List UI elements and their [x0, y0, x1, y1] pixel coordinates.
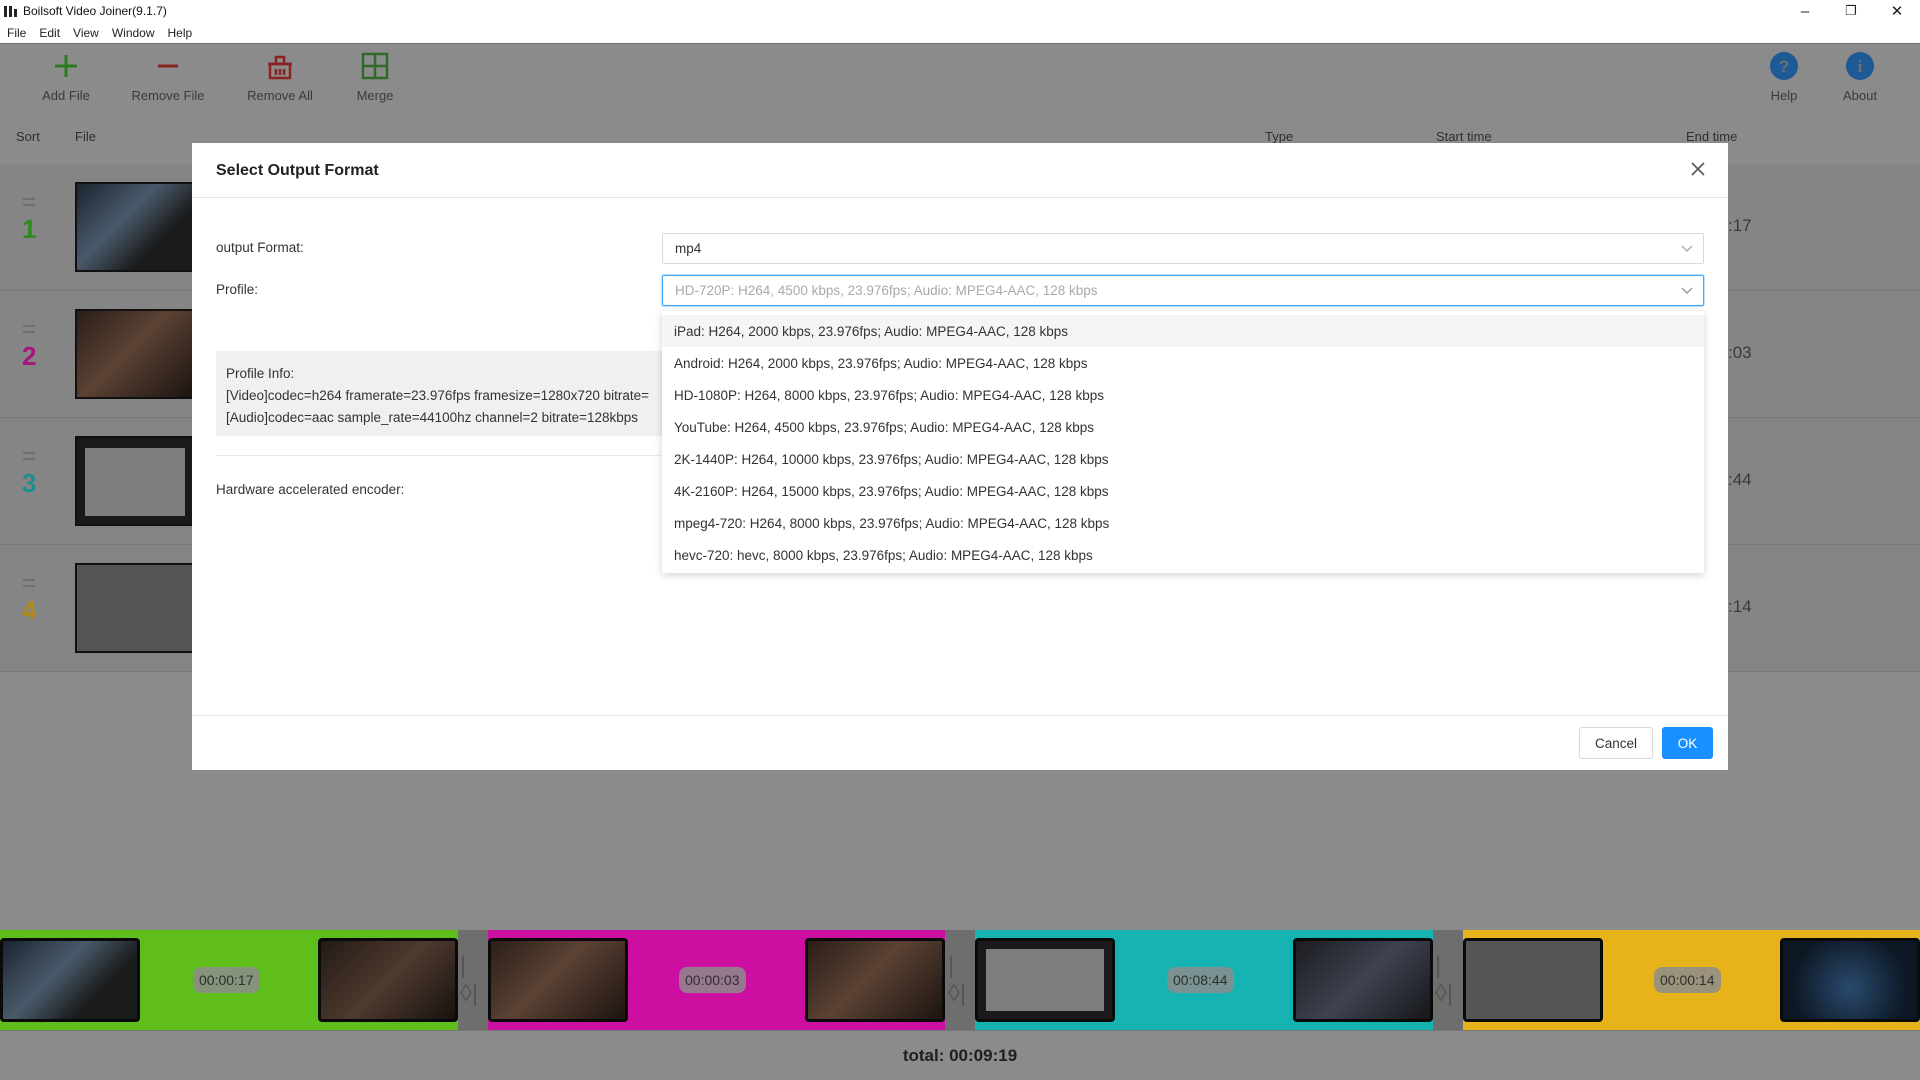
segment-end-thumbnail [805, 938, 945, 1022]
total-duration: total: 00:09:19 [902, 1045, 1018, 1065]
menu-view[interactable]: View [73, 26, 99, 40]
profile-option[interactable]: hevc-720: hevc, 8000 kbps, 23.976fps; Au… [662, 539, 1704, 571]
profile-option[interactable]: 2K-1440P: H264, 10000 kbps, 23.976fps; A… [662, 443, 1704, 475]
column-sort[interactable]: Sort [16, 129, 40, 144]
row-number: 2 [22, 341, 37, 371]
svg-text:i: i [1858, 57, 1863, 76]
profile-info-video: [Video]codec=h264 framerate=23.976fps fr… [226, 388, 650, 403]
column-end-time[interactable]: End time [1686, 129, 1737, 144]
segment-end-thumbnail [1780, 938, 1920, 1022]
segment-end-thumbnail [1293, 938, 1433, 1022]
drag-handle-icon[interactable] [23, 325, 35, 333]
column-file[interactable]: File [75, 129, 96, 144]
row-number: 1 [22, 214, 37, 244]
row-end-time: :17 [1728, 216, 1752, 235]
window-title: Boilsoft Video Joiner(9.1.7) [23, 4, 167, 18]
profile-option[interactable]: iPad: H264, 2000 kbps, 23.976fps; Audio:… [662, 315, 1704, 347]
dialog-footer: Cancel OK [192, 715, 1728, 770]
segment-duration: 00:00:03 [679, 967, 746, 993]
segment-end-thumbnail [318, 938, 458, 1022]
timeline: 00:00:17 |◊| 00:00:03 |◊| 00:08:44 |◊| 0… [0, 930, 1920, 1030]
profile-option[interactable]: Android: H264, 2000 kbps, 23.976fps; Aud… [662, 347, 1704, 379]
output-format-value: mp4 [675, 241, 702, 256]
row-number: 4 [22, 595, 37, 625]
app-logo-icon [3, 4, 19, 18]
profile-dropdown: iPad: H264, 2000 kbps, 23.976fps; Audio:… [662, 311, 1704, 573]
merge-button[interactable]: Merge [325, 50, 425, 103]
profile-option[interactable]: YouTube: H264, 4500 kbps, 23.976fps; Aud… [662, 411, 1704, 443]
profile-info-box: Profile Info: [Video]codec=h264 framerat… [216, 351, 662, 436]
ok-button[interactable]: OK [1662, 727, 1713, 759]
drag-handle-icon[interactable] [23, 198, 35, 206]
title-bar: Boilsoft Video Joiner(9.1.7) – ❐ ✕ [0, 0, 1920, 22]
menu-window[interactable]: Window [112, 26, 155, 40]
plus-icon [50, 50, 82, 82]
restore-button[interactable]: ❐ [1828, 0, 1874, 22]
timeline-segment[interactable]: 00:08:44 [975, 930, 1433, 1030]
row-end-time: :03 [1728, 343, 1752, 362]
column-type[interactable]: Type [1265, 129, 1293, 144]
profile-label: Profile: [216, 282, 259, 297]
drag-handle-icon[interactable] [23, 452, 35, 460]
profile-option[interactable]: 4K-2160P: H264, 15000 kbps, 23.976fps; A… [662, 475, 1704, 507]
menu-bar: File Edit View Window Help [0, 22, 1920, 43]
dialog-header: Select Output Format [192, 143, 1728, 198]
help-icon: ? [1768, 50, 1800, 82]
close-window-button[interactable]: ✕ [1874, 0, 1920, 22]
drag-handle-icon[interactable] [23, 579, 35, 587]
close-icon [1691, 162, 1705, 176]
remove-file-button[interactable]: Remove File [118, 50, 218, 103]
segment-start-thumbnail [975, 938, 1115, 1022]
profile-select[interactable]: HD-720P: H264, 4500 kbps, 23.976fps; Aud… [662, 275, 1704, 306]
video-thumbnail [75, 309, 195, 399]
remove-all-button[interactable]: Remove All [230, 50, 330, 103]
split-marker-icon[interactable]: |◊| [460, 952, 484, 1007]
minus-icon [152, 50, 184, 82]
segment-start-thumbnail [0, 938, 140, 1022]
segment-start-thumbnail [1463, 938, 1603, 1022]
add-file-button[interactable]: Add File [16, 50, 116, 103]
toolbar: Add File Remove File Remove All Merge ? … [0, 43, 1920, 110]
row-number: 3 [22, 468, 37, 498]
chevron-down-icon [1681, 287, 1693, 294]
segment-start-thumbnail [488, 938, 628, 1022]
menu-edit[interactable]: Edit [39, 26, 60, 40]
minimize-button[interactable]: – [1782, 0, 1828, 22]
split-marker-icon[interactable]: |◊| [948, 952, 972, 1007]
svg-text:?: ? [1779, 57, 1789, 76]
video-thumbnail [75, 182, 195, 272]
profile-value: HD-720P: H264, 4500 kbps, 23.976fps; Aud… [675, 283, 1098, 298]
menu-file[interactable]: File [7, 26, 26, 40]
dialog-close-button[interactable] [1686, 157, 1710, 181]
about-button[interactable]: i About [1810, 50, 1910, 103]
chevron-down-icon [1681, 245, 1693, 252]
profile-info-audio: [Audio]codec=aac sample_rate=44100hz cha… [226, 410, 639, 425]
dialog-title: Select Output Format [216, 162, 379, 179]
cancel-button[interactable]: Cancel [1579, 727, 1653, 759]
menu-help[interactable]: Help [168, 26, 193, 40]
profile-info-title: Profile Info: [226, 366, 295, 381]
column-start-time[interactable]: Start time [1436, 129, 1492, 144]
row-end-time: :44 [1728, 470, 1752, 489]
total-duration-bar: total: 00:09:19 [0, 1030, 1920, 1080]
output-format-select[interactable]: mp4 [662, 233, 1704, 264]
profile-option[interactable]: HD-1080P: H264, 8000 kbps, 23.976fps; Au… [662, 379, 1704, 411]
output-format-label: output Format: [216, 240, 304, 255]
hardware-encoder-label: Hardware accelerated encoder: [216, 482, 405, 497]
trash-icon [264, 50, 296, 82]
profile-option[interactable]: mpeg4-720: H264, 8000 kbps, 23.976fps; A… [662, 507, 1704, 539]
merge-icon [359, 50, 391, 82]
timeline-segment[interactable]: 00:00:14 [1463, 930, 1920, 1030]
timeline-segment[interactable]: 00:00:17 [0, 930, 458, 1030]
timeline-segment[interactable]: 00:00:03 [488, 930, 945, 1030]
split-marker-icon[interactable]: |◊| [1435, 952, 1459, 1007]
row-end-time: :14 [1728, 597, 1752, 616]
video-thumbnail [75, 563, 195, 653]
divider [216, 455, 662, 456]
info-icon: i [1844, 50, 1876, 82]
segment-duration: 00:08:44 [1167, 967, 1234, 993]
segment-duration: 00:00:17 [193, 967, 260, 993]
segment-duration: 00:00:14 [1654, 967, 1721, 993]
video-thumbnail [75, 436, 195, 526]
